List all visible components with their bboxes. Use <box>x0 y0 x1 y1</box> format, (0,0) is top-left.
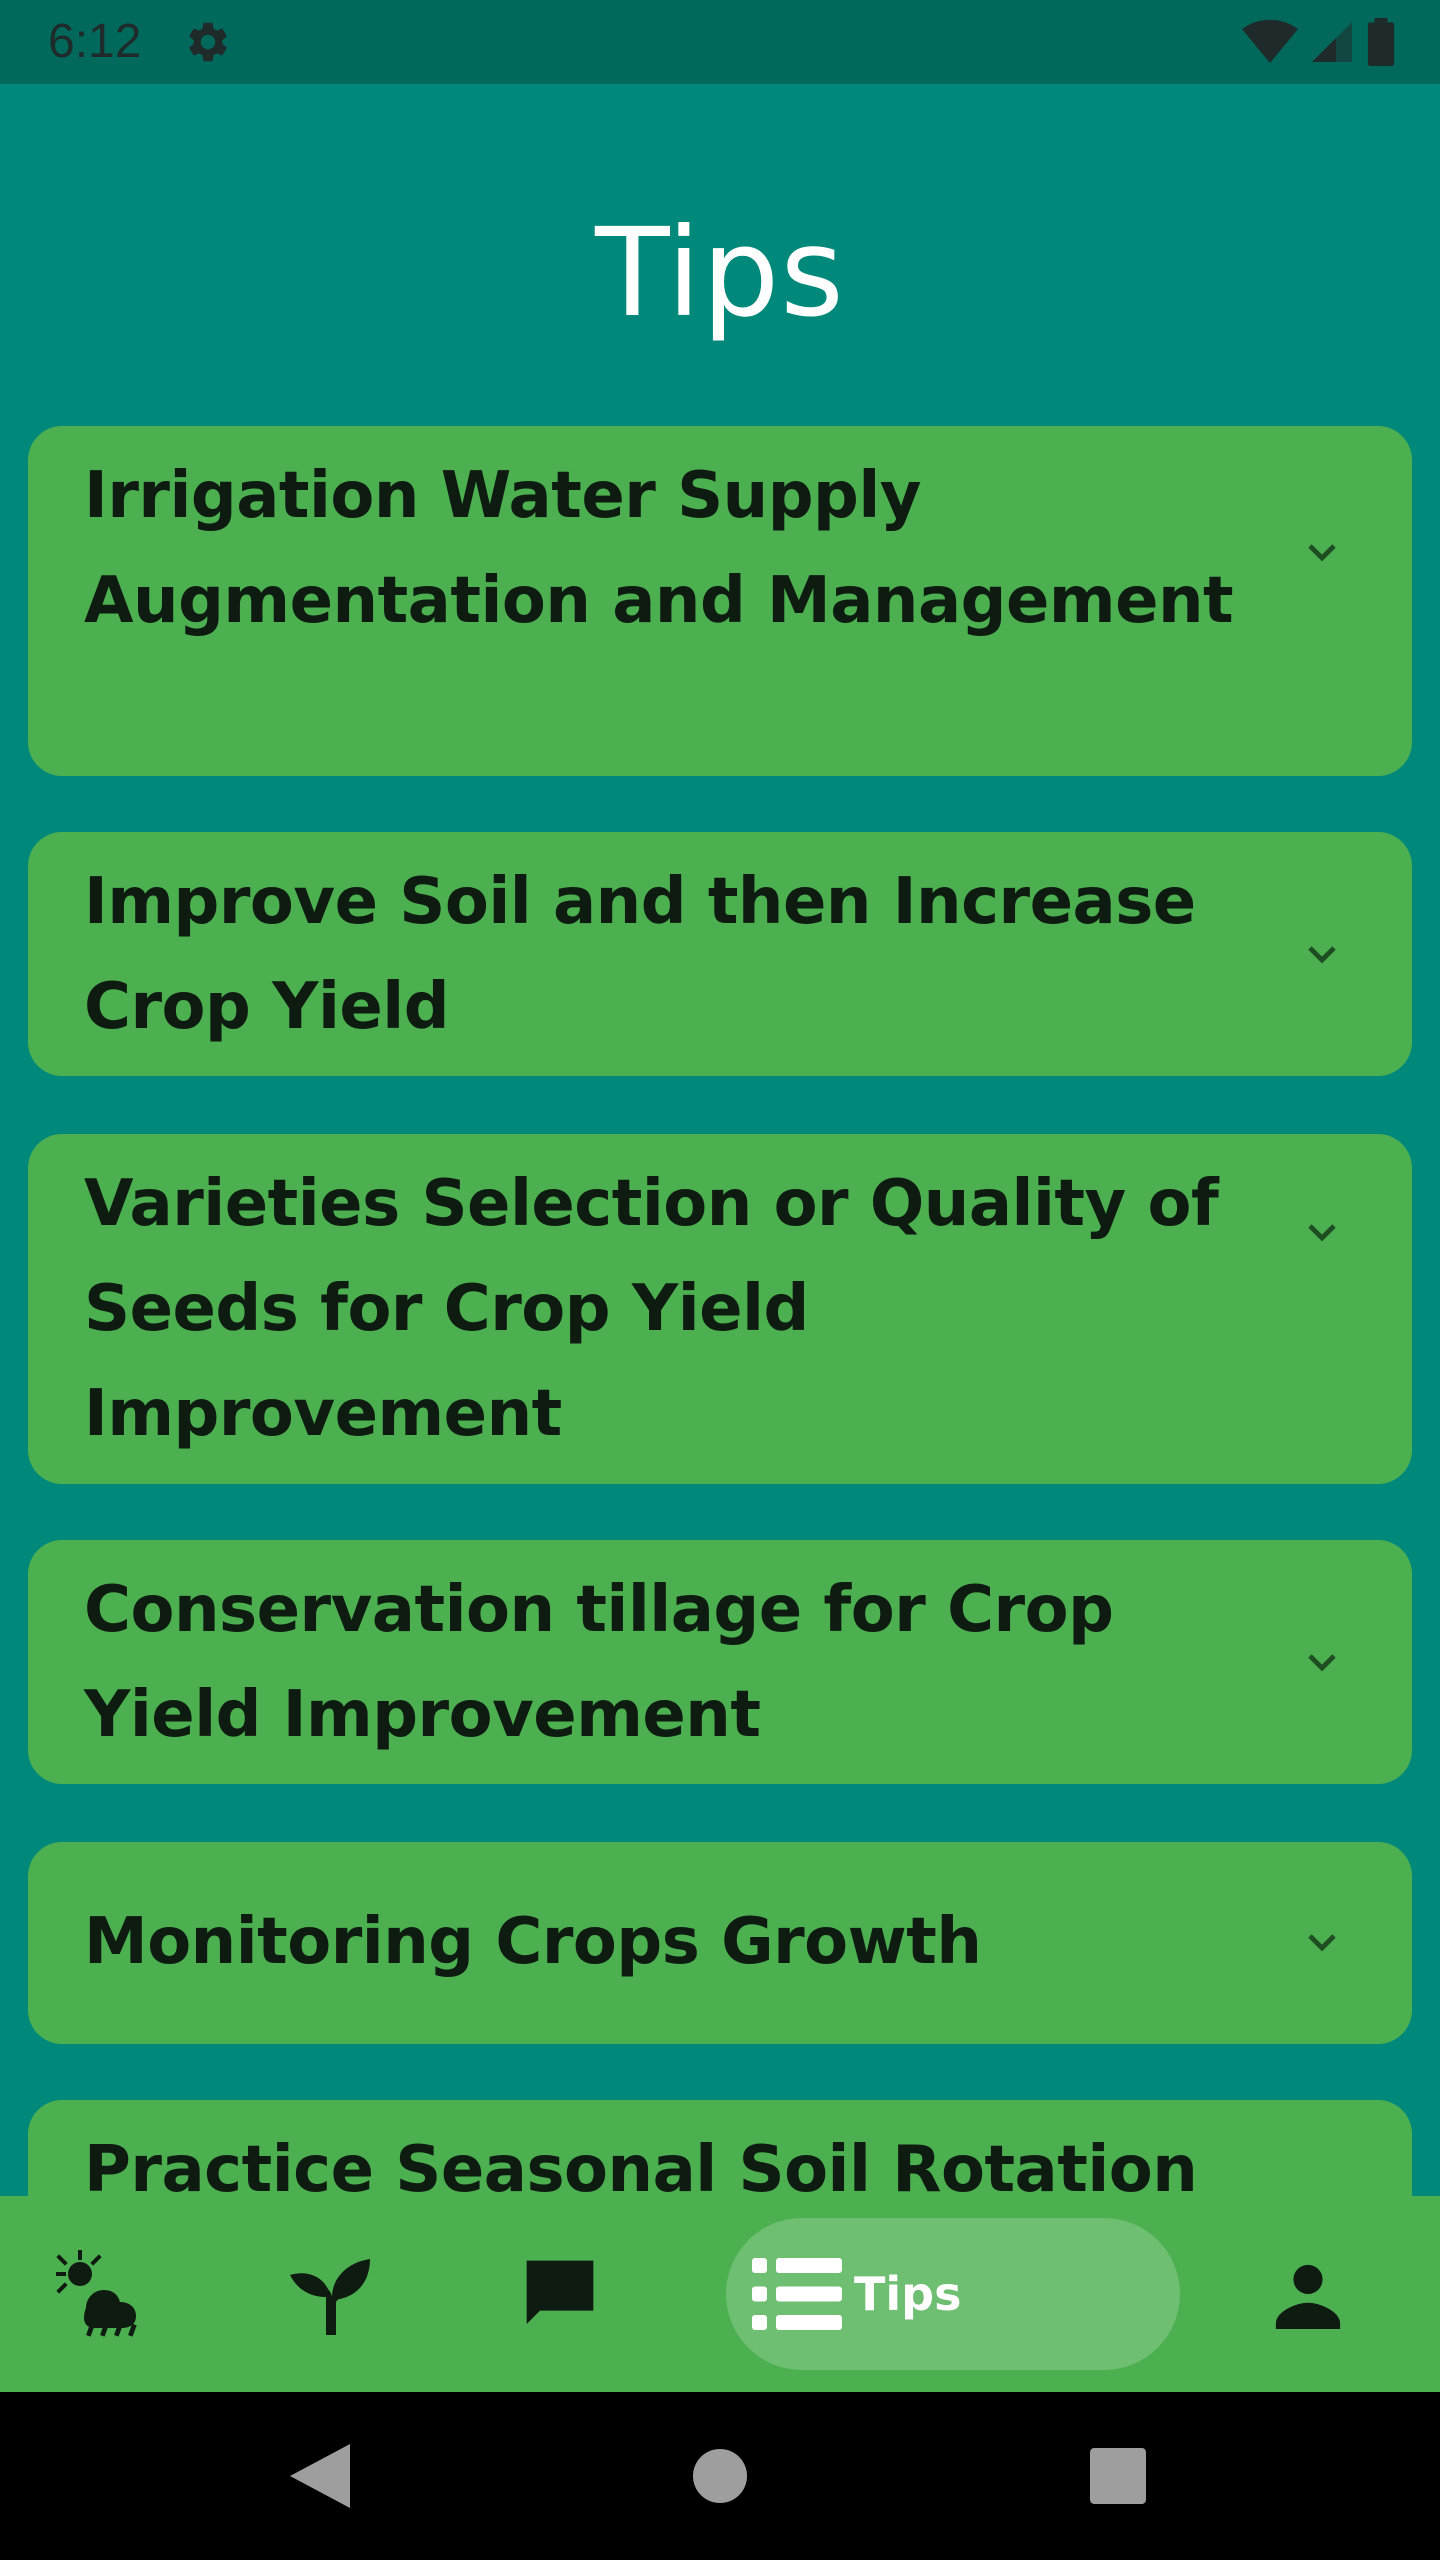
bottom-nav: Tips <box>0 2196 1440 2392</box>
tip-card[interactable]: Conservation tillage for Crop Yield Impr… <box>28 1540 1412 1784</box>
home-icon <box>693 2449 747 2503</box>
home-button[interactable] <box>670 2392 770 2560</box>
tip-title: Conservation tillage for Crop Yield Impr… <box>84 1573 1114 1752</box>
sprout-icon <box>290 2259 370 2335</box>
tip-card[interactable]: Practice Seasonal Soil Rotation <box>28 2100 1412 2196</box>
tips-list[interactable]: Irrigation Water Supply Augmentation and… <box>28 426 1412 2196</box>
chat-icon <box>526 2260 594 2324</box>
chevron-down-icon[interactable] <box>1298 528 1346 576</box>
system-nav-bar <box>0 2392 1440 2560</box>
recents-button[interactable] <box>1068 2392 1168 2560</box>
nav-item-chat[interactable] <box>500 2196 620 2392</box>
status-icons <box>1242 18 1396 66</box>
tip-title: Practice Seasonal Soil Rotation <box>84 2133 1198 2196</box>
nav-item-tips[interactable]: Tips <box>726 2218 1180 2370</box>
chevron-down-icon[interactable] <box>1298 930 1346 978</box>
tip-card[interactable]: Irrigation Water Supply Augmentation and… <box>28 426 1412 776</box>
nav-item-crops[interactable] <box>270 2196 390 2392</box>
tip-title: Irrigation Water Supply Augmentation and… <box>84 459 1234 638</box>
tip-title: Improve Soil and then Increase Crop Yiel… <box>84 865 1196 1044</box>
wifi-icon <box>1242 19 1298 63</box>
recents-icon <box>1090 2448 1146 2504</box>
status-bar: 6:12 <box>0 0 1440 84</box>
status-time: 6:12 <box>48 15 142 68</box>
cell-signal-icon <box>1312 22 1352 62</box>
page-title: Tips <box>595 202 845 344</box>
tip-title: Varieties Selection or Quality of Seeds … <box>84 1167 1219 1451</box>
nav-item-profile[interactable] <box>1250 2196 1366 2392</box>
back-button[interactable] <box>270 2392 370 2560</box>
tip-card[interactable]: Improve Soil and then Increase Crop Yiel… <box>28 832 1412 1076</box>
weather-icon <box>56 2250 137 2337</box>
battery-icon <box>1367 18 1395 66</box>
chevron-down-icon[interactable] <box>1298 1918 1346 1966</box>
chevron-down-icon[interactable] <box>1298 1638 1346 1686</box>
list-icon <box>752 2258 842 2330</box>
nav-item-weather[interactable] <box>40 2196 168 2392</box>
tip-card[interactable]: Monitoring Crops Growth <box>28 1842 1412 2044</box>
chevron-down-icon[interactable] <box>1298 1208 1346 1256</box>
back-icon <box>290 2444 350 2508</box>
tip-card[interactable]: Varieties Selection or Quality of Seeds … <box>28 1134 1412 1484</box>
gear-icon <box>184 18 232 66</box>
nav-item-tips-label: Tips <box>854 2267 962 2321</box>
tip-title: Monitoring Crops Growth <box>84 1905 982 1979</box>
profile-icon <box>1275 2264 1341 2329</box>
